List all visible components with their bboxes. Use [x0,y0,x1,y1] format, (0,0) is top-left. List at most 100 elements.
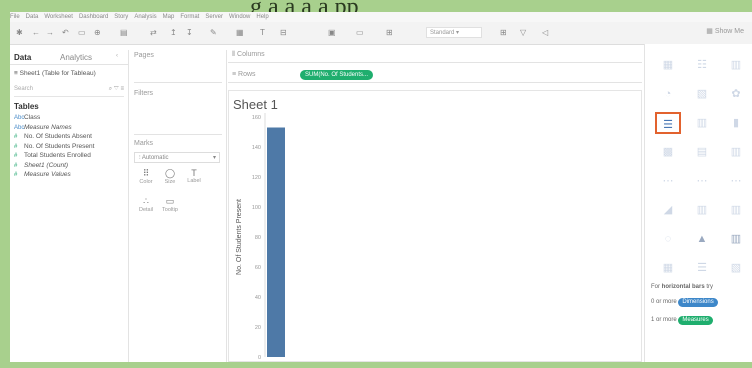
field-name: No. Of Students Present [24,142,95,150]
sort-asc-icon[interactable]: ↥ [170,28,177,37]
marks-color-button[interactable]: ⠿ Color [136,168,156,185]
rows-pill[interactable]: SUM(No. Of Students... [300,70,374,80]
chart-type-thumbnail-icon[interactable]: ▥ [723,199,749,221]
field-name: No. Of Students Absent [24,133,92,140]
chart-type-thumbnail-icon[interactable]: ▥ [723,228,749,250]
tooltip-icon[interactable]: ▭ [356,28,364,37]
logo-icon[interactable]: ✱ [16,28,23,37]
y-axis-title: No. Of Students Present [236,199,243,275]
menu-item-story[interactable]: Story [114,14,128,20]
chart-icon[interactable]: ⊞ [500,28,507,37]
tab-analytics[interactable]: Analytics [60,53,92,62]
banner-text: g a a a a pp [250,0,359,12]
show-me-toggle[interactable]: ▦ Show Me [706,27,744,35]
menu-item-dashboard[interactable]: Dashboard [79,14,108,20]
search-input[interactable]: Search ⌕ ▽ ≡ [14,86,124,97]
tab-data[interactable]: Data [14,53,31,62]
chart-type-thumbnail-icon[interactable]: ▥ [689,112,715,134]
menu-item-data[interactable]: Data [26,14,39,20]
search-placeholder: Search [14,86,34,92]
presentation-icon[interactable]: ▣ [328,28,336,37]
share-icon[interactable]: ⊞ [386,28,393,37]
rows-shelf[interactable]: ≡ Rows SUM(No. Of Students... [228,68,642,83]
chart-type-thumbnail-icon[interactable]: ◌ [655,228,681,250]
marks-button-label: Size [164,179,176,185]
menu-item-server[interactable]: Server [205,14,223,20]
chart-type-thumbnail-icon[interactable]: ▮ [723,112,749,134]
fix-axes-icon[interactable]: ⊟ [280,28,287,37]
chart-type-thumbnail-icon[interactable]: ☷ [689,54,715,76]
chart-type-thumbnail-icon[interactable]: ◔ [655,83,681,105]
forward-icon[interactable]: → [46,28,54,37]
chart-type-thumbnail-icon[interactable]: ▧ [689,83,715,105]
marks-label-button[interactable]: T Label [184,168,204,184]
mark-type-select[interactable]: ⫶ Automatic ▾ [134,152,220,163]
chart-type-thumbnail-icon[interactable]: ▥ [689,199,715,221]
field-name: Measure Values [24,171,71,178]
y-tick-label: 80 [255,235,261,241]
label-icon: T [191,168,197,178]
chart-type-thumbnail-icon[interactable]: ⋯ [655,170,681,192]
new-sheet-icon[interactable]: ▤ [120,28,128,37]
chart-type-thumbnail-icon[interactable]: ◢ [655,199,681,221]
chart-type-thumbnail-icon[interactable]: ▥ [723,141,749,163]
worksheet-view: Sheet 1 0 20 40 60 80 100 120 140 160 No. Of Stud… [228,90,642,362]
menu-item-window[interactable]: Window [229,14,250,20]
chart-type-thumbnail-icon[interactable]: ▥ [723,54,749,76]
field-item[interactable]: # Total Students Enrolled [14,152,91,159]
chart-type-thumbnail-icon[interactable]: ▦ [655,257,681,279]
horizontal-bars-chart-icon[interactable]: ☰ [655,112,681,134]
field-item[interactable]: # No. Of Students Present [14,143,94,150]
chart-type-thumbnail-icon[interactable]: ☰ [689,257,715,279]
y-tick-label: 120 [252,175,261,181]
collapse-icon[interactable]: ‹ [116,53,118,59]
field-item[interactable]: # Sheet1 (Count) [14,162,68,169]
columns-shelf[interactable]: ⦀ Columns [228,48,642,63]
left-border [0,0,10,368]
menu-item-file[interactable]: File [10,14,20,20]
marks-card: Marks [134,140,222,147]
pages-label: Pages [134,52,154,59]
swap-icon[interactable]: ⇄ [150,28,157,37]
filter-icon[interactable]: ▽ [520,28,526,37]
req-dims-prefix: 0 or more [651,299,677,305]
chart-type-thumbnail-icon[interactable]: ▩ [655,141,681,163]
chart-type-thumbnail-icon[interactable]: ⋯ [689,170,715,192]
marks-size-button[interactable]: ◯ Size [160,168,180,185]
field-item[interactable]: AbcMeasure Names [14,124,72,131]
chart-type-thumbnail-icon[interactable]: ▧ [723,257,749,279]
y-tick-label: 100 [252,205,261,211]
field-item[interactable]: # Measure Values [14,171,71,178]
search-options-icon[interactable]: ⌕ ▽ ≡ [109,86,124,93]
filters-card[interactable]: Filters [134,90,222,135]
chart-type-thumbnail-icon[interactable]: ▲ [689,228,715,250]
menu-item-analysis[interactable]: Analysis [134,14,156,20]
menu-item-worksheet[interactable]: Worksheet [44,14,73,20]
marks-tooltip-button[interactable]: ▭ Tooltip [160,196,180,213]
menu-item-format[interactable]: Format [180,14,199,20]
y-tick-label: 0 [258,355,261,361]
highlight-icon[interactable]: ✎ [210,28,217,37]
chart-type-thumbnail-icon[interactable]: ▤ [689,141,715,163]
fit-dropdown[interactable]: Standard ▾ [426,27,482,38]
chart-type-thumbnail-icon[interactable]: ⋯ [723,170,749,192]
menu-item-map[interactable]: Map [163,14,175,20]
color-icon: ⠿ [142,168,150,178]
back-icon[interactable]: ← [32,28,40,37]
new-datasource-icon[interactable]: ⊕ [94,28,101,37]
pages-card[interactable]: Pages [134,52,222,83]
marks-detail-button[interactable]: ∴ Detail [136,196,156,213]
bar[interactable] [267,127,285,358]
sort-desc-icon[interactable]: ↧ [186,28,193,37]
field-item[interactable]: AbcClass [14,114,40,121]
group-icon[interactable]: ▦ [236,28,244,37]
datasource-item[interactable]: ≡ Sheet1 (Table for Tableau) [14,70,96,77]
field-item[interactable]: # No. Of Students Absent [14,133,92,140]
menu-item-help[interactable]: Help [256,14,268,20]
present-icon[interactable]: ◁ [542,28,548,37]
chart-type-thumbnail-icon[interactable]: ✿ [723,83,749,105]
save-icon[interactable]: ▭ [78,28,86,37]
undo-icon[interactable]: ↶ [62,28,69,37]
chart-type-thumbnail-icon[interactable]: ▦ [655,54,681,76]
label-icon[interactable]: T [260,28,265,37]
